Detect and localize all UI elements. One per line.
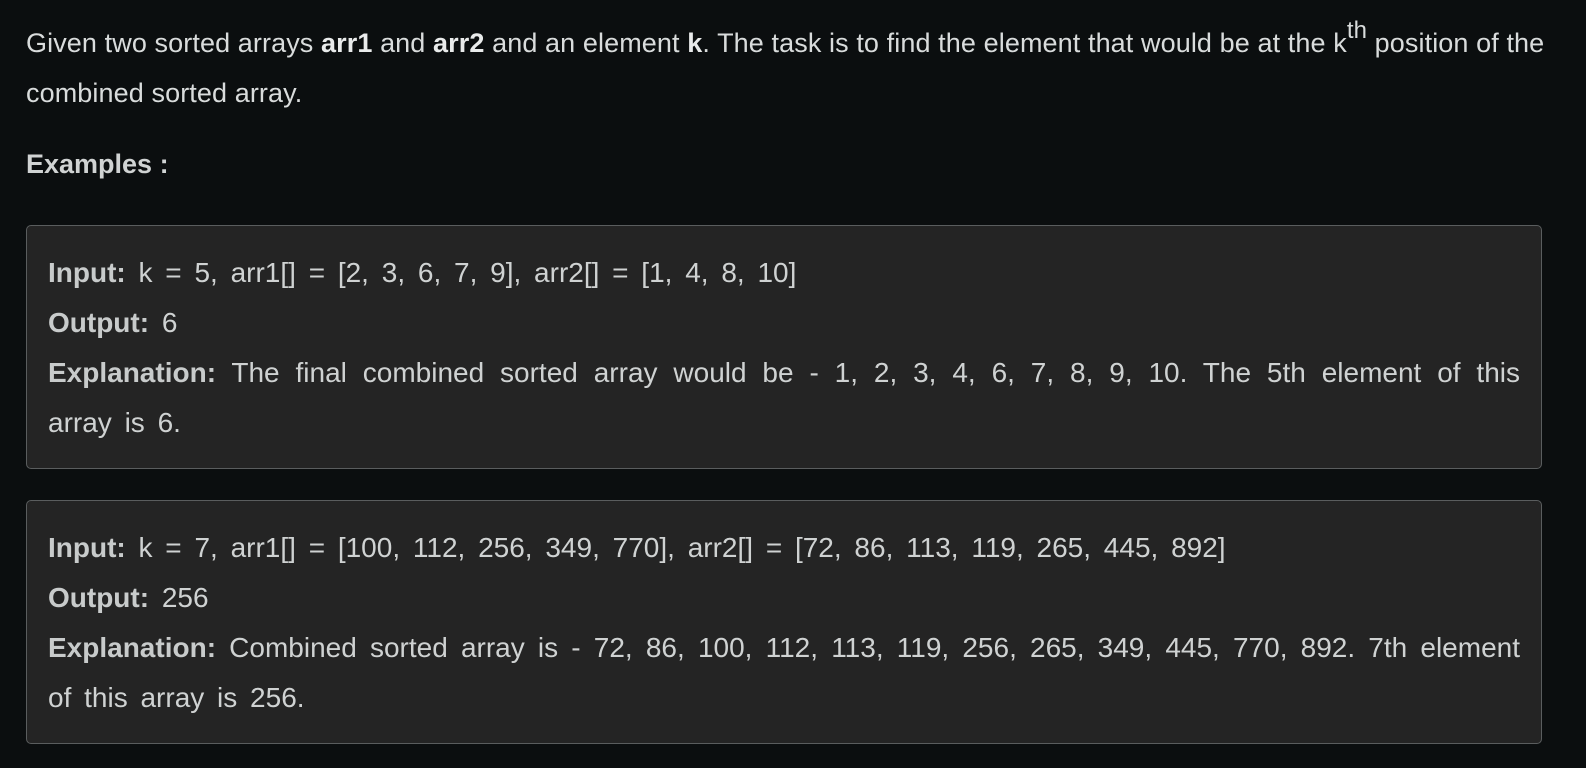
input-value: k = 7, arr1[] = [100, 112, 256, 349, 770… (125, 532, 1226, 563)
statement-text: and (372, 28, 434, 58)
explanation-label: Explanation: (48, 632, 217, 663)
output-value: 256 (149, 582, 209, 613)
input-label: Input: (48, 532, 126, 563)
statement-text: and an element (484, 28, 688, 58)
output-label: Output: (48, 582, 150, 613)
explanation-value: Combined sorted array is - 72, 86, 100, … (48, 632, 1520, 713)
example-output-row: Output: 6 (48, 298, 1520, 348)
example-explanation-row: Explanation: Combined sorted array is - … (48, 623, 1520, 723)
explanation-label: Explanation: (48, 357, 217, 388)
arr1-name: arr1 (321, 28, 373, 58)
statement-text: . The task is to find the element that w… (702, 28, 1347, 58)
superscript-th: th (1346, 17, 1368, 44)
input-value: k = 5, arr1[] = [2, 3, 6, 7, 9], arr2[] … (125, 257, 797, 288)
example-box: Input: k = 7, arr1[] = [100, 112, 256, 3… (26, 500, 1542, 744)
problem-statement: Given two sorted arrays arr1 and arr2 an… (26, 18, 1560, 118)
explanation-value: The final combined sorted array would be… (48, 357, 1520, 438)
example-input-row: Input: k = 7, arr1[] = [100, 112, 256, 3… (48, 523, 1520, 573)
output-value: 6 (149, 307, 178, 338)
example-input-row: Input: k = 5, arr1[] = [2, 3, 6, 7, 9], … (48, 248, 1520, 298)
example-explanation-row: Explanation: The final combined sorted a… (48, 348, 1520, 448)
k-name: k (687, 28, 703, 58)
arr2-name: arr2 (433, 28, 485, 58)
statement-text: Given two sorted arrays (26, 28, 322, 58)
examples-heading: Examples : (26, 149, 169, 179)
example-box: Input: k = 5, arr1[] = [2, 3, 6, 7, 9], … (26, 225, 1542, 469)
example-output-row: Output: 256 (48, 573, 1520, 623)
input-label: Input: (48, 257, 126, 288)
output-label: Output: (48, 307, 150, 338)
